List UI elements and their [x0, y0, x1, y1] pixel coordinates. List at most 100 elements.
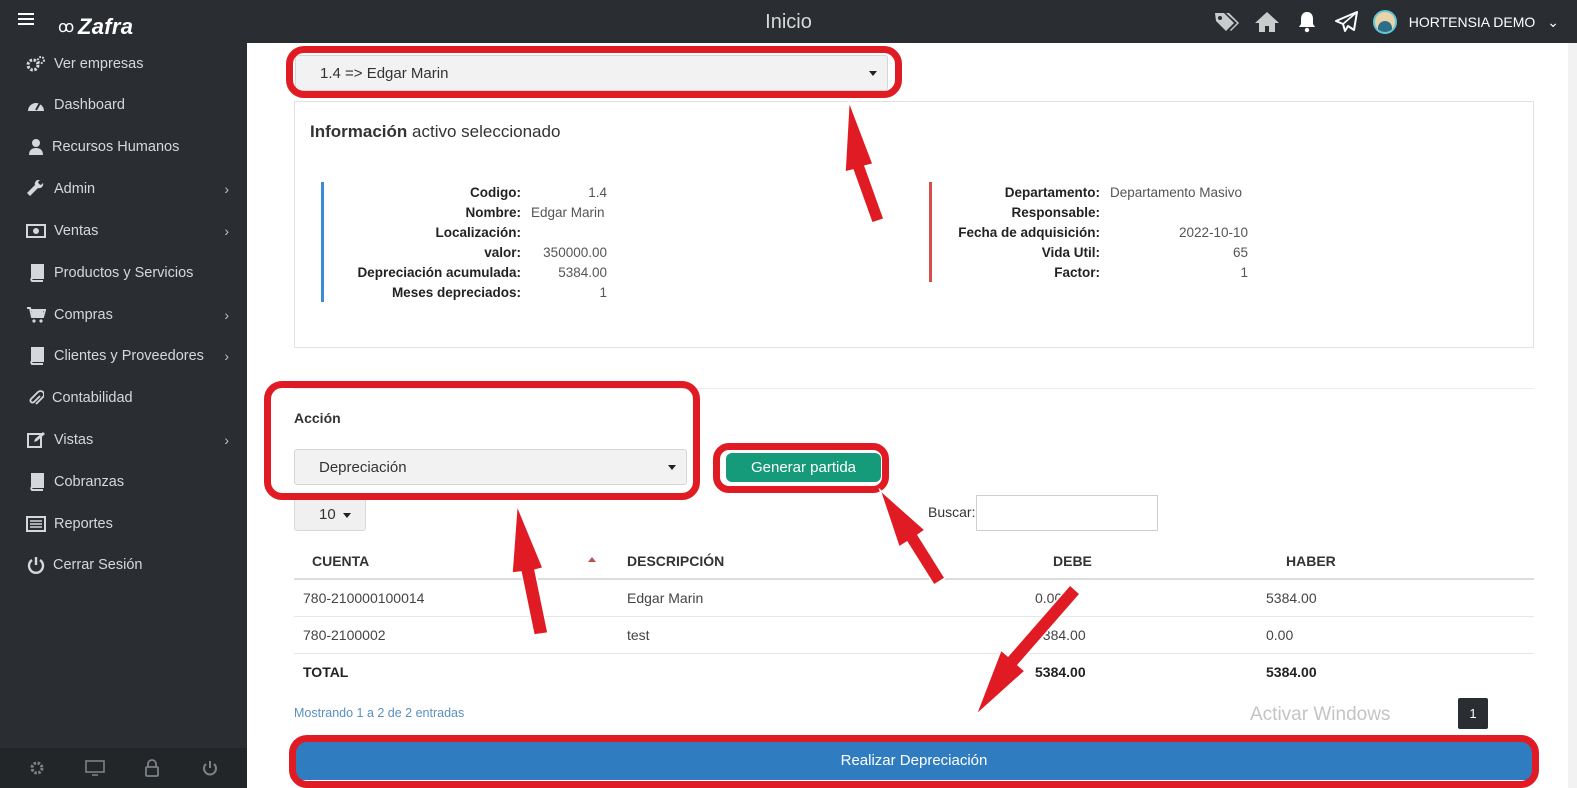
brand-logo[interactable]: Zafra: [78, 14, 133, 40]
column-header-descripcion[interactable]: DESCRIPCIÓN: [618, 543, 1035, 580]
info-value: 350000.00: [543, 244, 607, 260]
book-icon: [26, 473, 46, 491]
dashboard-icon: [26, 96, 46, 114]
table-total-row: TOTAL 5384.00 5384.00: [294, 653, 1534, 690]
money-icon: [26, 222, 46, 240]
windows-watermark: Activar Windows: [1250, 704, 1391, 725]
send-icon[interactable]: [1333, 9, 1361, 35]
info-value: 65: [1232, 244, 1248, 260]
vertical-scrollbar[interactable]: [1568, 43, 1577, 788]
info-value: Edgar Marin: [531, 204, 605, 220]
info-row-meses-depreciados: Meses depreciados: 1: [324, 282, 607, 302]
sidebar-item-recursos-humanos[interactable]: Recursos Humanos: [0, 126, 247, 168]
info-row-fecha-adquisicion: Fecha de adquisición: 2022-10-10: [932, 222, 1248, 242]
edit-icon: [26, 431, 46, 449]
generar-partida-button[interactable]: Generar partida: [726, 453, 881, 482]
sidebar-item-productos-y-servicios[interactable]: Productos y Servicios: [0, 252, 247, 294]
page-length-select[interactable]: 10: [294, 498, 366, 531]
caret-down-icon: [668, 465, 676, 470]
info-value: 1: [599, 284, 607, 300]
sidebar-item-ver-empresas[interactable]: Ver empresas: [0, 43, 247, 85]
info-value: Departamento Masivo: [1110, 184, 1243, 200]
info-label: Vida Util:: [1041, 244, 1100, 260]
user-icon: [26, 138, 46, 156]
cell-debe: 5384.00: [1035, 616, 1266, 654]
sidebar-item-label: Ver empresas: [54, 56, 144, 72]
user-avatar[interactable]: [1372, 10, 1397, 34]
column-header-debe[interactable]: DEBE: [1035, 543, 1266, 580]
info-value: 2022-10-10: [1178, 224, 1248, 240]
top-bar: ꝏ Zafra Inicio HORTENSIA DEMO ⌄: [0, 0, 1577, 43]
cell-descripcion: test: [618, 616, 1035, 654]
bell-icon[interactable]: [1293, 9, 1321, 35]
home-icon[interactable]: [1253, 9, 1281, 35]
sidebar-item-ventas[interactable]: Ventas ›: [0, 210, 247, 252]
cell-total-haber: 5384.00: [1266, 663, 1317, 680]
asset-select[interactable]: 1.4 => Edgar Marin: [295, 55, 888, 91]
sidebar-item-cerrar-sesion[interactable]: Cerrar Sesión: [0, 544, 247, 586]
power-icon: [26, 556, 46, 574]
info-value: 1: [1240, 264, 1248, 280]
sidebar-item-vistas[interactable]: Vistas ›: [0, 419, 247, 461]
settings-icon[interactable]: [27, 759, 47, 777]
sidebar-item-compras[interactable]: Compras ›: [0, 294, 247, 336]
sidebar-item-cobranzas[interactable]: Cobranzas: [0, 461, 247, 503]
sidebar-item-clientes-y-proveedores[interactable]: Clientes y Proveedores ›: [0, 335, 247, 377]
accion-select[interactable]: Depreciación: [294, 449, 687, 485]
fullscreen-icon[interactable]: [84, 759, 105, 777]
menu-toggle-icon[interactable]: [18, 13, 34, 27]
app-root: ꝏ Zafra Inicio HORTENSIA DEMO ⌄ Ver empr…: [0, 0, 1577, 788]
section-divider: [294, 388, 1534, 389]
sidebar-item-admin[interactable]: Admin ›: [0, 168, 247, 210]
sidebar-item-contabilidad[interactable]: Contabilidad: [0, 377, 247, 419]
info-label: Responsable:: [1011, 204, 1100, 220]
paperclip-icon: [26, 389, 46, 407]
sidebar-item-label: Admin: [54, 181, 96, 197]
sidebar-item-label: Productos y Servicios: [54, 265, 194, 281]
cell-debe: 0.00: [1035, 579, 1266, 617]
info-row-responsable: Responsable:: [932, 202, 1248, 222]
info-row-depreciacion-acumulada: Depreciación acumulada: 5384.00: [324, 262, 607, 282]
wrench-icon: [26, 180, 46, 198]
info-left-column: Codigo: 1.4 Nombre: Edgar Marin Localiza…: [321, 182, 607, 302]
search-input[interactable]: [976, 495, 1158, 531]
sort-asc-icon: [588, 557, 596, 562]
lock-icon[interactable]: [142, 759, 162, 777]
sidebar-item-label: Clientes y Proveedores: [54, 348, 204, 364]
sidebar-item-label: Cobranzas: [54, 474, 125, 490]
chevron-right-icon: ›: [224, 432, 229, 448]
list-icon: [26, 515, 46, 533]
asset-info-panel: Información activo seleccionado Codigo: …: [294, 101, 1534, 348]
sidebar-item-dashboard[interactable]: Dashboard: [0, 84, 247, 126]
sidebar-item-label: Ventas: [54, 223, 99, 239]
info-title-rest: activo seleccionado: [412, 122, 561, 141]
logout-power-icon[interactable]: [200, 759, 220, 777]
asset-select-value: 1.4 => Edgar Marin: [320, 64, 449, 82]
logo-mark-icon: ꝏ: [58, 19, 75, 36]
table-info-text: Mostrando 1 a 2 de 2 entradas: [294, 706, 465, 720]
topbar-icons: HORTENSIA DEMO ⌄: [1213, 9, 1559, 35]
realizar-depreciacion-button[interactable]: Realizar Depreciación: [294, 740, 1534, 780]
info-panel-title: Información activo seleccionado: [310, 122, 560, 142]
tags-icon[interactable]: [1213, 9, 1241, 35]
page-length-value: 10: [319, 506, 336, 523]
chevron-down-icon[interactable]: ⌄: [1547, 14, 1559, 31]
sidebar-item-reportes[interactable]: Reportes: [0, 503, 247, 545]
sidebar-item-label: Dashboard: [54, 97, 125, 113]
column-header-cuenta[interactable]: CUENTA: [294, 543, 618, 580]
info-value: 1.4: [588, 184, 607, 200]
user-name[interactable]: HORTENSIA DEMO: [1409, 14, 1536, 30]
ledger-table: CUENTA DESCRIPCIÓN DEBE HABER 780-210000…: [294, 543, 1534, 690]
book-icon: [26, 264, 46, 282]
cell-total-debe: 5384.00: [1035, 663, 1086, 680]
table-row: 780-2100002 test 5384.00 0.00: [294, 616, 1534, 654]
gears-icon: [26, 55, 46, 73]
accion-label: Acción: [294, 410, 341, 426]
cell-haber: 0.00: [1266, 616, 1534, 654]
sidebar-item-label: Recursos Humanos: [52, 139, 180, 155]
info-label: Factor:: [1054, 264, 1100, 280]
info-value: 5384.00: [558, 264, 607, 280]
accion-select-value: Depreciación: [319, 458, 407, 476]
column-header-haber[interactable]: HABER: [1266, 543, 1534, 580]
pagination-page-1[interactable]: 1: [1458, 698, 1488, 729]
